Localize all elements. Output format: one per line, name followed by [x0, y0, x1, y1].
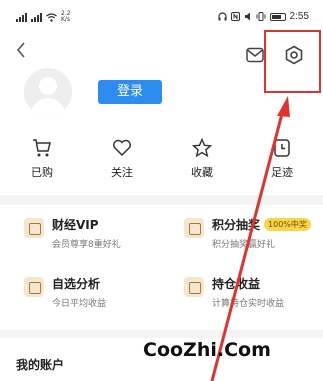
- watermark-text: CooZhi.Com: [143, 339, 271, 361]
- annotation-arrow-icon: [210, 96, 290, 381]
